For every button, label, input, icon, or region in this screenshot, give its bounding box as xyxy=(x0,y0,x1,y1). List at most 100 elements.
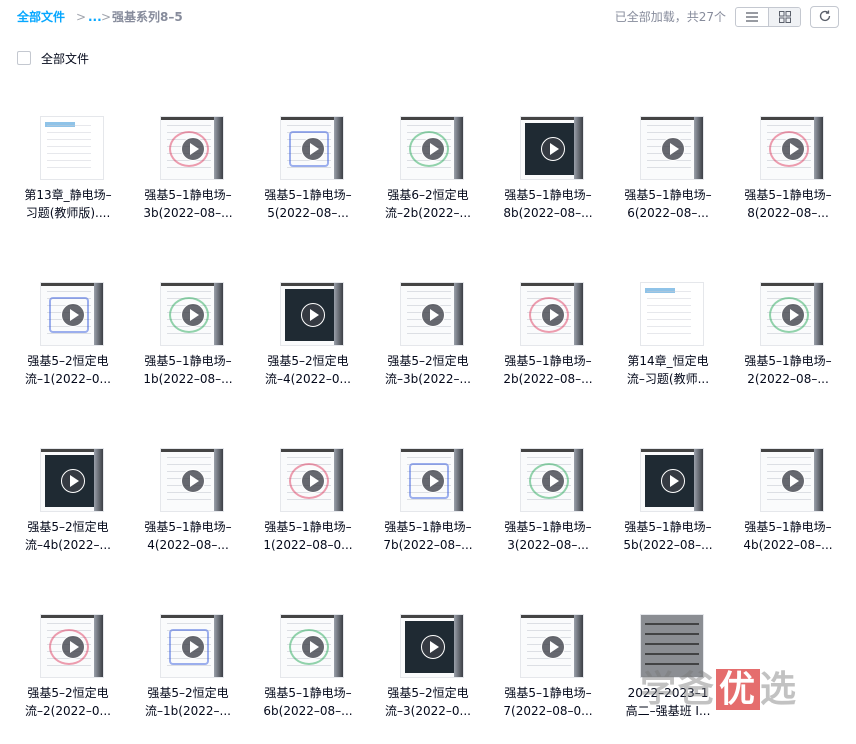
file-name[interactable]: 强基5–2恒定电 流–2(2022–0... xyxy=(8,684,128,720)
file-name-line: 强基5–2恒定电 xyxy=(387,354,469,368)
file-name-line: 强基5–1静电场– xyxy=(744,188,832,202)
video-thumbnail xyxy=(760,116,824,180)
video-thumbnail xyxy=(280,282,344,346)
file-name[interactable]: 强基5–1静电场– 4b(2022–08–... xyxy=(728,518,848,554)
video-thumbnail xyxy=(280,116,344,180)
file-name[interactable]: 强基5–2恒定电 流–3b(2022–... xyxy=(368,352,488,388)
file-name[interactable]: 第14章_恒定电 流–习题(教师... xyxy=(608,352,728,388)
file-name-line: 流–2b(2022–... xyxy=(385,206,471,220)
file-name[interactable]: 强基5–1静电场– 6b(2022–08–... xyxy=(248,684,368,720)
file-item[interactable]: 强基5–1静电场– 8b(2022–08–... xyxy=(488,86,608,252)
play-icon xyxy=(61,303,85,327)
file-name[interactable]: 第13章_静电场– 习题(教师版).... xyxy=(8,186,128,222)
file-name-line: 4(2022–08–... xyxy=(147,538,229,552)
video-thumbnail xyxy=(400,282,464,346)
file-item[interactable]: 强基5–1静电场– 6(2022–08–... xyxy=(608,86,728,252)
play-icon xyxy=(421,137,445,161)
play-icon xyxy=(781,469,805,493)
breadcrumb-root[interactable]: 全部文件 xyxy=(17,8,65,26)
file-item[interactable]: 强基5–1静电场– 2(2022–08–... xyxy=(728,252,848,418)
select-all-checkbox[interactable] xyxy=(17,51,31,65)
file-item[interactable]: 强基5–1静电场– 5b(2022–08–... xyxy=(608,418,728,584)
video-thumbnail xyxy=(160,448,224,512)
file-item[interactable]: 强基5–2恒定电 流–4(2022–0... xyxy=(248,252,368,418)
file-name[interactable]: 强基5–1静电场– 2(2022–08–... xyxy=(728,352,848,388)
file-item[interactable]: 强基5–1静电场– 1b(2022–08–... xyxy=(128,252,248,418)
file-name-line: 流–1b(2022–... xyxy=(145,704,231,718)
file-name-line: 流–4b(2022–... xyxy=(25,538,111,552)
file-name[interactable]: 强基5–2恒定电 流–3(2022–0... xyxy=(368,684,488,720)
file-name[interactable]: 强基5–1静电场– 8b(2022–08–... xyxy=(488,186,608,222)
file-item[interactable]: 强基5–1静电场– 6b(2022–08–... xyxy=(248,584,368,744)
file-name-line: 强基5–1静电场– xyxy=(144,354,232,368)
file-name-line: 2b(2022–08–... xyxy=(503,372,593,386)
file-item[interactable]: 强基5–2恒定电 流–1b(2022–... xyxy=(128,584,248,744)
file-name[interactable]: 强基5–1静电场– 7(2022–08–0... xyxy=(488,684,608,720)
file-name-line: 8b(2022–08–... xyxy=(503,206,593,220)
file-item[interactable]: 强基5–2恒定电 流–4b(2022–... xyxy=(8,418,128,584)
file-item[interactable]: 强基5–1静电场– 1(2022–08–0... xyxy=(248,418,368,584)
file-name[interactable]: 强基5–1静电场– 3(2022–08–... xyxy=(488,518,608,554)
file-item[interactable]: 强基5–1静电场– 3(2022–08–... xyxy=(488,418,608,584)
file-name-line: 流–3b(2022–... xyxy=(385,372,471,386)
video-thumbnail xyxy=(760,448,824,512)
file-item[interactable]: 强基5–2恒定电 流–3b(2022–... xyxy=(368,252,488,418)
file-item[interactable]: 强基6–2恒定电 流–2b(2022–... xyxy=(368,86,488,252)
file-name[interactable]: 强基5–1静电场– 5b(2022–08–... xyxy=(608,518,728,554)
file-item[interactable]: 强基5–1静电场– 2b(2022–08–... xyxy=(488,252,608,418)
file-name[interactable]: 强基5–2恒定电 流–4b(2022–... xyxy=(8,518,128,554)
file-name[interactable]: 强基5–1静电场– 2b(2022–08–... xyxy=(488,352,608,388)
file-name[interactable]: 强基5–2恒定电 流–1(2022–0... xyxy=(8,352,128,388)
file-item[interactable]: 强基5–2恒定电 流–3(2022–0... xyxy=(368,584,488,744)
play-icon xyxy=(541,635,565,659)
file-name-line: 强基5–2恒定电 xyxy=(147,686,229,700)
file-name[interactable]: 强基5–1静电场– 1b(2022–08–... xyxy=(128,352,248,388)
refresh-button[interactable] xyxy=(810,6,839,28)
view-toggle xyxy=(735,7,801,27)
play-icon xyxy=(61,469,85,493)
file-name-line: 强基5–1静电场– xyxy=(384,520,472,534)
file-name[interactable]: 强基5–1静电场– 4(2022–08–... xyxy=(128,518,248,554)
file-item[interactable]: 强基5–2恒定电 流–2(2022–0... xyxy=(8,584,128,744)
file-item[interactable]: 强基5–1静电场– 4(2022–08–... xyxy=(128,418,248,584)
list-view-button[interactable] xyxy=(736,8,768,26)
play-icon xyxy=(301,469,325,493)
file-item[interactable]: 第13章_静电场– 习题(教师版).... xyxy=(8,86,128,252)
file-name-line: 4b(2022–08–... xyxy=(743,538,833,552)
file-name[interactable]: 强基5–1静电场– 5(2022–08–... xyxy=(248,186,368,222)
file-item[interactable]: 强基5–1静电场– 3b(2022–08–... xyxy=(128,86,248,252)
file-name[interactable]: 强基5–1静电场– 3b(2022–08–... xyxy=(128,186,248,222)
file-name[interactable]: 强基5–2恒定电 流–1b(2022–... xyxy=(128,684,248,720)
play-icon xyxy=(181,469,205,493)
file-name-line: 强基5–2恒定电 xyxy=(387,686,469,700)
file-name-line: 强基5–1静电场– xyxy=(264,686,352,700)
file-name-line: 习题(教师版).... xyxy=(25,206,111,220)
file-item[interactable]: 第14章_恒定电 流–习题(教师... xyxy=(608,252,728,418)
file-name[interactable]: 强基6–2恒定电 流–2b(2022–... xyxy=(368,186,488,222)
select-all[interactable]: 全部文件 xyxy=(17,49,89,67)
file-name[interactable]: 强基5–1静电场– 1(2022–08–0... xyxy=(248,518,368,554)
file-item[interactable]: 强基5–1静电场– 4b(2022–08–... xyxy=(728,418,848,584)
play-icon xyxy=(541,303,565,327)
file-item[interactable]: 强基5–1静电场– 8(2022–08–... xyxy=(728,86,848,252)
breadcrumb-ellipsis[interactable]: ... xyxy=(88,8,102,26)
file-name[interactable]: 强基5–1静电场– 7b(2022–08–... xyxy=(368,518,488,554)
video-thumbnail xyxy=(160,614,224,678)
video-thumbnail xyxy=(520,116,584,180)
file-item[interactable]: 强基5–1静电场– 5(2022–08–... xyxy=(248,86,368,252)
file-name-line: 2(2022–08–... xyxy=(747,372,829,386)
play-icon xyxy=(301,137,325,161)
grid-view-button[interactable] xyxy=(768,8,800,26)
file-name[interactable]: 强基5–2恒定电 流–4(2022–0... xyxy=(248,352,368,388)
file-name-line: 第13章_静电场– xyxy=(24,188,112,202)
video-thumbnail xyxy=(760,282,824,346)
play-icon xyxy=(301,635,325,659)
video-thumbnail xyxy=(400,116,464,180)
file-item[interactable]: 强基5–2恒定电 流–1(2022–0... xyxy=(8,252,128,418)
file-name-line: 强基5–1静电场– xyxy=(504,520,592,534)
file-item[interactable]: 强基5–1静电场– 7(2022–08–0... xyxy=(488,584,608,744)
file-name[interactable]: 强基5–1静电场– 8(2022–08–... xyxy=(728,186,848,222)
file-item[interactable]: 强基5–1静电场– 7b(2022–08–... xyxy=(368,418,488,584)
breadcrumb-separator: > xyxy=(76,10,87,24)
file-name[interactable]: 强基5–1静电场– 6(2022–08–... xyxy=(608,186,728,222)
